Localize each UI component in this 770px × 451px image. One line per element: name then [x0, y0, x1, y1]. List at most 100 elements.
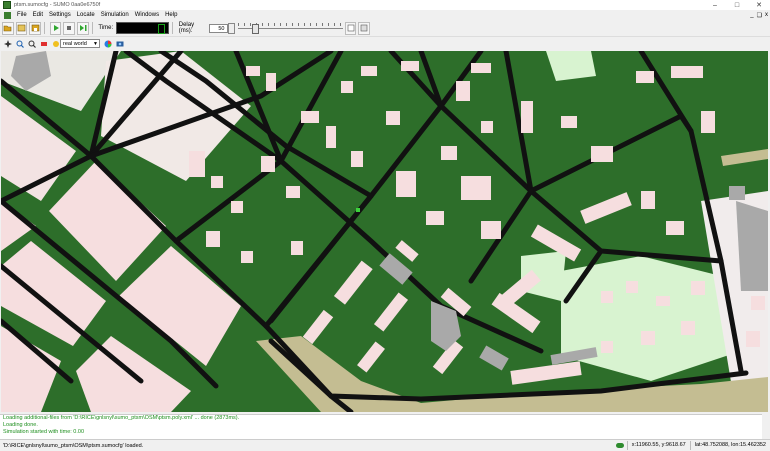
toolbar-separator — [171, 22, 173, 34]
building — [591, 146, 613, 162]
building — [691, 281, 705, 295]
building — [211, 176, 223, 188]
building — [341, 81, 353, 93]
building — [601, 341, 613, 353]
scheme-value: real world — [63, 41, 87, 47]
stop-icon[interactable] — [63, 21, 75, 35]
menu-edit[interactable]: Edit — [30, 12, 46, 18]
open-icon[interactable] — [2, 21, 14, 35]
building — [291, 241, 303, 255]
building — [656, 296, 670, 306]
screenshot-icon[interactable] — [115, 39, 124, 48]
building — [206, 231, 220, 247]
building — [456, 81, 470, 101]
message-line: Loading done. — [3, 422, 38, 428]
mdi-restore-button[interactable]: ❏ — [757, 12, 762, 19]
building — [301, 111, 319, 123]
geo-icon — [615, 443, 624, 448]
chevron-down-icon: ▼ — [93, 41, 98, 47]
building — [441, 146, 457, 160]
status-coordinates: x:11960.55, y:9618.67 — [626, 441, 690, 450]
menu-settings[interactable]: Settings — [46, 12, 74, 18]
message-line: Simulation started with time: 0.00 — [3, 429, 85, 435]
building — [641, 331, 655, 345]
time-digit-display — [157, 24, 165, 34]
building — [326, 126, 336, 148]
reload-icon[interactable] — [15, 21, 28, 35]
step-icon[interactable] — [76, 21, 89, 35]
save-icon[interactable] — [29, 21, 41, 35]
map-canvas[interactable] — [1, 51, 768, 412]
building — [681, 321, 695, 335]
building — [626, 281, 638, 293]
building — [561, 116, 577, 128]
window-controls: – □ ✕ — [704, 0, 770, 10]
menu-simulation[interactable]: Simulation — [98, 12, 132, 18]
view-toolbar: real world ▼ — [0, 37, 770, 50]
sumo-app-icon — [3, 1, 11, 9]
building — [246, 66, 260, 76]
building — [636, 71, 654, 83]
mdi-controls: _ ❏ x — [750, 10, 768, 20]
message-scrollbar[interactable] — [763, 414, 769, 438]
building — [386, 111, 400, 125]
toolbar-separator — [91, 22, 93, 34]
building — [189, 151, 205, 177]
menu-file[interactable]: File — [14, 12, 30, 18]
mdi-window-icon[interactable] — [4, 11, 11, 19]
vehicle-marker[interactable] — [356, 208, 360, 212]
play-icon[interactable] — [49, 21, 62, 35]
slider-thumb[interactable] — [251, 24, 259, 34]
status-message: 'D:\RICE\gnlsnyl\sumo_ptsm\OSM\ptsm.sumo… — [3, 442, 144, 449]
mdi-close-button[interactable]: x — [765, 12, 768, 18]
locate-junction-icon[interactable] — [27, 39, 36, 48]
status-bar: 'D:\RICE\gnlsnyl\sumo_ptsm\OSM\ptsm.sumo… — [0, 439, 770, 451]
visualization-scheme-select[interactable]: real world ▼ — [60, 39, 100, 48]
simulation-toolbar: Time: Delay (ms): 50 — [0, 20, 770, 37]
time-label: Time: — [98, 25, 114, 31]
building — [671, 66, 703, 78]
gray-building — [736, 201, 768, 291]
mdi-minimize-button[interactable]: _ — [750, 12, 753, 18]
building — [751, 296, 765, 310]
building — [261, 156, 275, 172]
status-geo-coordinates: lat:48.752088, lon:15.462352 — [689, 441, 770, 450]
delay-label: Delay (ms): — [178, 22, 195, 34]
building — [231, 201, 243, 213]
title-bar: ptsm.sumocfg - SUMO 0aa0e6750f – □ ✕ — [0, 0, 770, 10]
color-wheel-icon[interactable] — [103, 39, 112, 48]
building — [351, 151, 363, 167]
building — [601, 291, 613, 303]
menu-windows[interactable]: Windows — [132, 12, 162, 18]
minimize-button[interactable]: – — [704, 0, 726, 10]
building — [471, 63, 491, 73]
building — [426, 211, 444, 225]
delay-slider[interactable] — [237, 23, 343, 34]
building — [641, 191, 655, 209]
maximize-button[interactable]: □ — [726, 0, 748, 10]
zoom-icon[interactable] — [15, 39, 24, 48]
gray-building — [729, 186, 745, 200]
menu-locate[interactable]: Locate — [74, 12, 98, 18]
recenter-icon[interactable] — [3, 39, 12, 48]
delay-input[interactable]: 50 — [208, 23, 229, 33]
new-3d-view-icon[interactable] — [358, 21, 370, 35]
locate-vehicle-icon[interactable] — [39, 39, 48, 48]
delay-spinner[interactable] — [228, 22, 235, 34]
new-view-icon[interactable] — [344, 21, 357, 35]
building — [266, 73, 276, 91]
menu-bar: File Edit Settings Locate Simulation Win… — [0, 10, 770, 20]
building — [701, 111, 715, 133]
menu-help[interactable]: Help — [162, 12, 180, 18]
close-button[interactable]: ✕ — [748, 0, 770, 10]
locate-stop-icon[interactable] — [51, 39, 60, 48]
network-view[interactable] — [1, 51, 768, 412]
building — [461, 176, 491, 200]
message-line: Loading additional-files from 'D:\RICE\g… — [3, 415, 240, 421]
building — [396, 171, 416, 197]
building — [481, 221, 501, 239]
toolbar-separator — [43, 22, 45, 34]
building — [361, 66, 377, 76]
building — [521, 101, 533, 133]
building — [401, 61, 419, 71]
